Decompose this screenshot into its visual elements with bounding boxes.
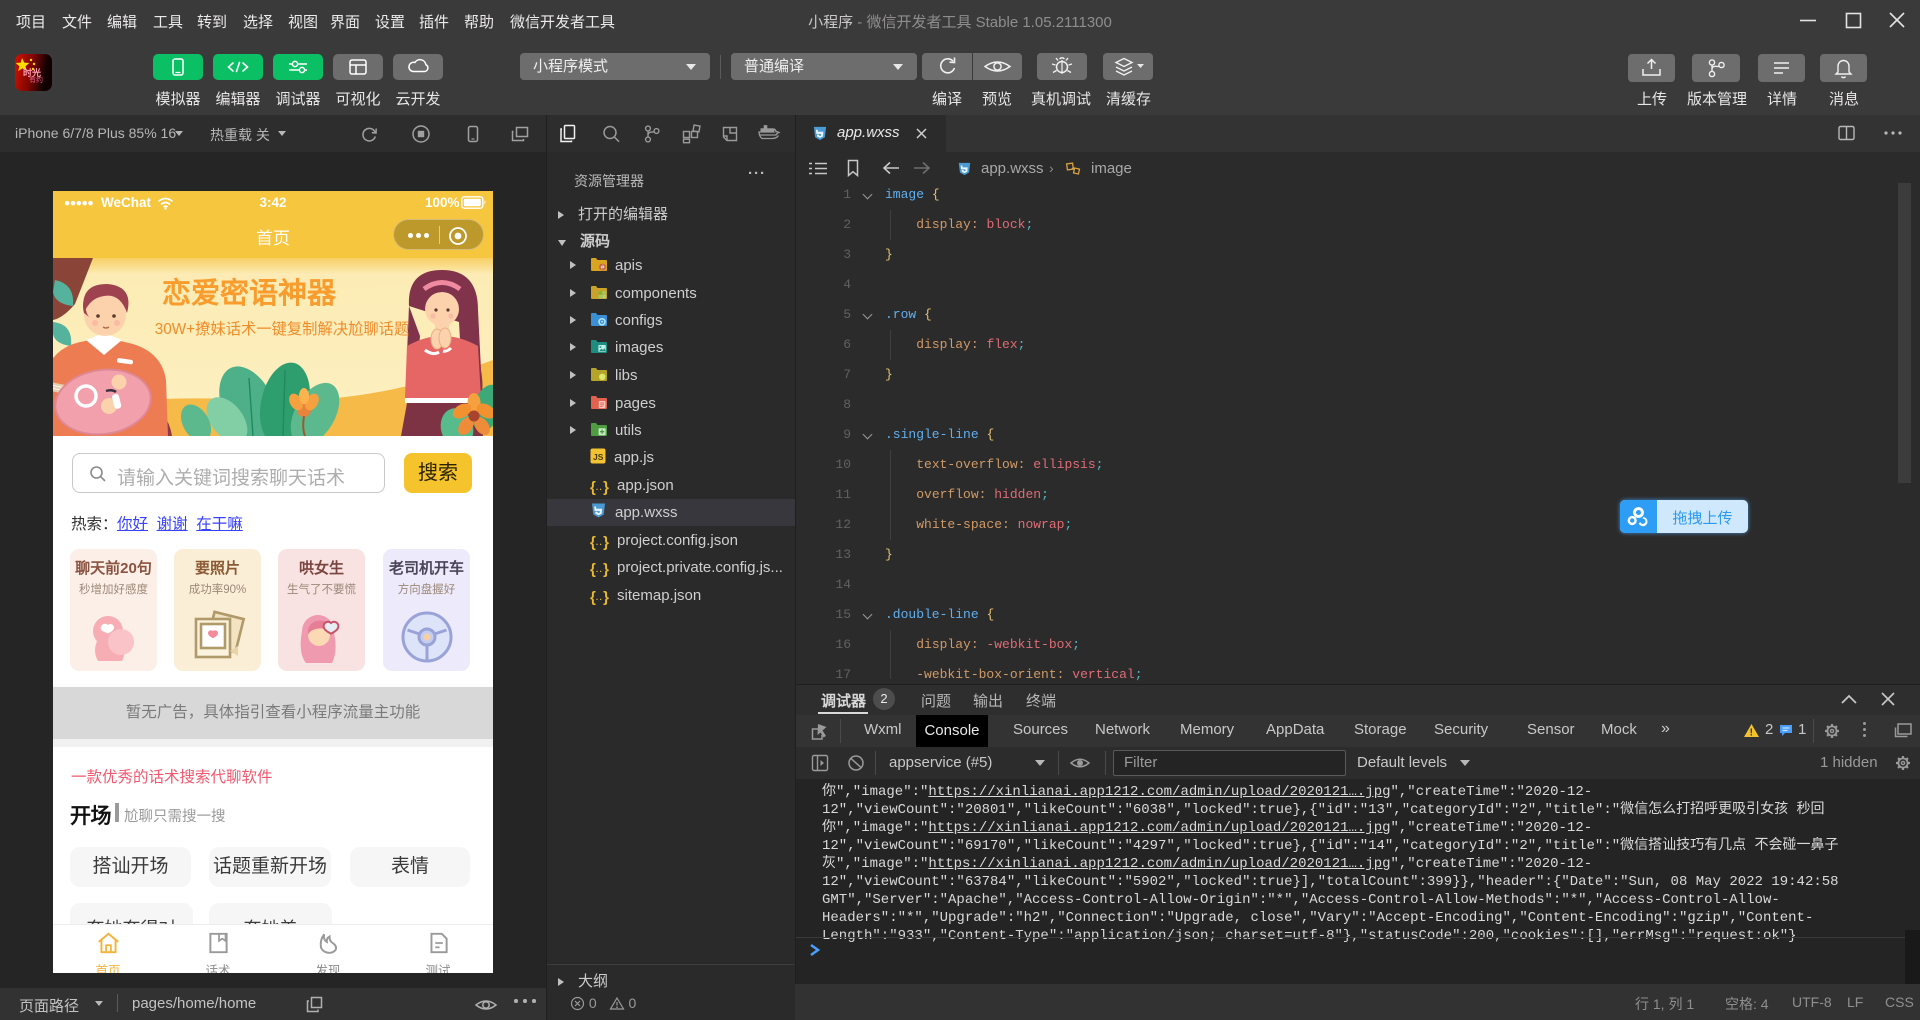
- svg-text:#: #: [601, 264, 605, 271]
- svg-text:JS: JS: [593, 452, 604, 462]
- svg-text:有约: 有约: [29, 75, 43, 84]
- svg-text:!: !: [1750, 728, 1753, 739]
- svg-text:恋爱密语神器: 恋爱密语神器: [162, 276, 337, 310]
- svg-text:30W+撩妹话术一键复制解决尬聊话题: 30W+撩妹话术一键复制解决尬聊话题: [155, 320, 410, 338]
